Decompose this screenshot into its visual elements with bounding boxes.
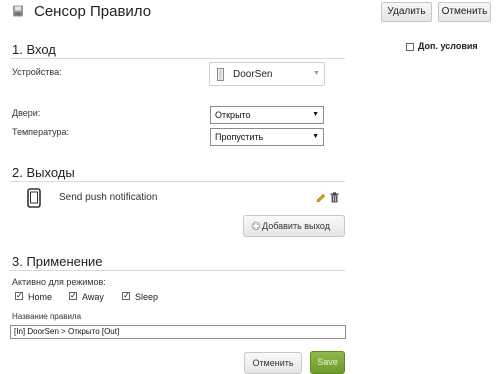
add-output-button[interactable]: Добавить выход	[243, 215, 345, 237]
extra-conditions-checkbox[interactable]	[406, 43, 414, 51]
extra-conditions-label: Доп. условия	[418, 41, 478, 51]
chevron-down-icon: ▼	[313, 70, 320, 77]
delete-button[interactable]: Удалить	[381, 2, 432, 22]
temperature-label: Температура:	[12, 127, 70, 137]
phone-icon	[27, 188, 41, 208]
section-input-title: 1. Вход	[12, 42, 56, 57]
devices-label: Устройства:	[12, 67, 62, 77]
plus-icon	[251, 221, 261, 231]
temperature-select-value: Пропустить	[215, 132, 264, 142]
chevron-down-icon: ▼	[312, 111, 319, 118]
section-apply-divider	[10, 270, 345, 271]
section-apply-title: 3. Применение	[12, 254, 103, 269]
chevron-down-icon: ▼	[312, 133, 319, 140]
mode-home-label: Home	[28, 292, 53, 302]
pencil-icon[interactable]	[316, 193, 326, 203]
cancel-button[interactable]: Отменить	[244, 352, 302, 374]
header-device-icon	[12, 5, 24, 17]
cancel-top-button[interactable]: Отменить	[438, 2, 491, 22]
mode-away-checkbox[interactable]: ✓	[69, 292, 77, 300]
output-item-label: Send push notification	[59, 192, 158, 203]
mode-home-checkbox[interactable]: ✓	[15, 292, 23, 300]
section-outputs-divider	[10, 181, 345, 182]
page-title: Сенсор Правило	[34, 3, 152, 20]
device-name: DoorSen	[233, 69, 273, 80]
mode-sleep-checkbox[interactable]: ✓	[122, 292, 130, 300]
rule-name-input[interactable]: [In] DoorSen > Открыто [Out]	[10, 325, 346, 339]
modes-label: Активно для режимов:	[12, 277, 106, 287]
add-output-label: Добавить выход	[262, 221, 330, 231]
save-button[interactable]: Save	[310, 351, 345, 374]
section-outputs-title: 2. Выходы	[12, 165, 75, 180]
device-selector[interactable]: DoorSen ▼	[209, 62, 325, 86]
trash-icon[interactable]	[330, 192, 339, 203]
section-input-divider	[10, 58, 345, 59]
temperature-select[interactable]: Пропустить ▼	[210, 128, 324, 146]
door-icon	[217, 68, 224, 81]
mode-away-label: Away	[82, 292, 104, 302]
doors-select[interactable]: Открыто ▼	[210, 106, 324, 124]
doors-select-value: Открыто	[215, 110, 251, 120]
rule-name-label: Название правила	[12, 312, 82, 321]
doors-label: Двери:	[12, 108, 41, 118]
mode-sleep-label: Sleep	[135, 292, 159, 302]
